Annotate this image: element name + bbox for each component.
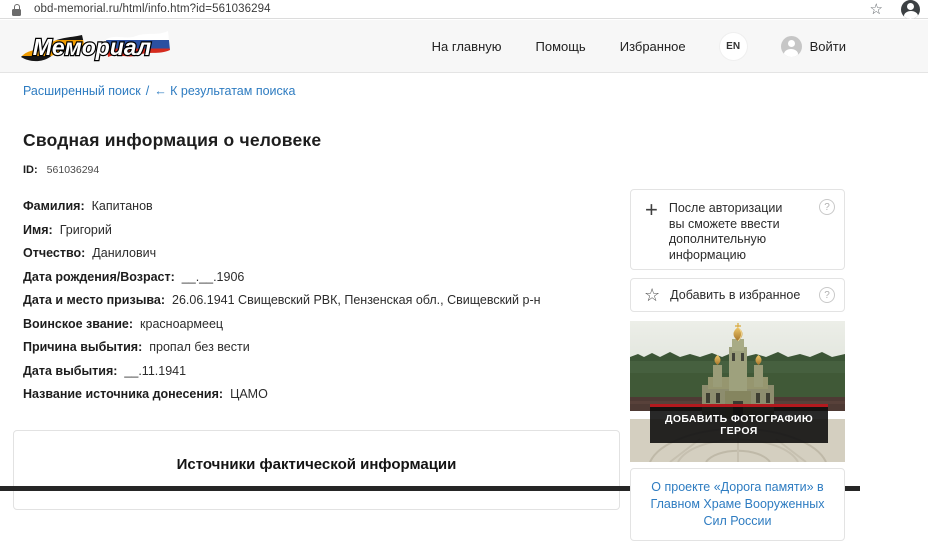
field-value: пропал без вести [149,340,250,354]
site-header: Мемориал На главную Помощь Избранное EN … [0,20,928,73]
field-row-source: Название источника донесения: ЦАМО [23,388,618,401]
help-icon[interactable]: ? [819,199,835,215]
field-row-loss-date: Дата выбытия: __.11.1941 [23,363,618,378]
add-favorite-label: Добавить в избранное [670,288,801,302]
sidebar: + После авторизации вы сможете ввести до… [630,189,845,541]
field-label: Дата рождения/Возраст: [23,269,175,284]
favorite-star-icon: ☆ [644,285,661,305]
nav-home[interactable]: На главную [432,39,502,54]
logo-text: Мемориал [33,34,152,60]
user-avatar-icon [780,35,802,57]
add-favorite-button[interactable]: ☆ Добавить в избранное ? [630,278,845,312]
field-label: Дата и место призыва: [23,293,166,307]
plus-icon: + [645,197,658,222]
bookmark-star-icon[interactable]: ☆ [870,2,883,17]
main-nav: На главную Помощь Избранное EN Войти [432,32,846,60]
road-of-memory-link[interactable]: О проекте «Дорога памяти» в Главном Храм… [651,480,825,528]
url-text[interactable]: obd-memorial.ru/html/info.htm?id=5610362… [34,3,271,15]
field-value: ЦАМО [230,387,268,401]
memorial-logo[interactable]: Мемориал [20,26,170,66]
field-row-birthdate: Дата рождения/Возраст: __.__.1906 [23,269,618,284]
field-row-draft: Дата и место призыва: 26.06.1941 Свищевск… [23,294,618,307]
field-row-loss-reason: Причина выбытия: пропал без вести [23,341,618,354]
nav-help[interactable]: Помощь [536,39,586,54]
id-label: ID: [23,164,38,176]
cathedral-photo: ДОБАВИТЬ ФОТОГРАФИЮ ГЕРОЯ [630,321,845,462]
language-button[interactable]: EN [719,32,747,60]
field-row-patronymic: Отчество: Данилович [23,247,618,260]
field-label: Воинское звание: [23,316,134,331]
person-fields: Фамилия: Капитанов Имя: Григорий Отчество:… [23,200,618,412]
field-value: Данилович [92,246,157,260]
sources-title: Источники фактической информации [176,456,457,473]
field-value: красноармеец [140,316,224,331]
field-value: Капитанов [91,199,153,213]
field-label: Отчество: [23,246,86,260]
nav-favorites[interactable]: Избранное [620,39,686,54]
breadcrumb-separator: / [145,84,150,98]
field-label: Имя: [23,222,53,237]
field-label: Фамилия: [23,199,85,213]
field-row-rank: Воинское звание: красноармеец [23,316,618,331]
auth-note-text: После авторизации вы сможете ввести допо… [668,201,783,262]
browser-address-bar[interactable]: obd-memorial.ru/html/info.htm?id=5610362… [0,0,928,19]
browser-profile-icon[interactable] [901,0,920,19]
field-label: Причина выбытия: [23,340,143,354]
breadcrumb: Расширенный поиск / ← К результатам поиска [23,84,295,98]
field-label: Название источника донесения: [23,387,224,401]
field-value: __.__.1906 [181,269,245,284]
id-value: 561036294 [46,164,100,176]
field-value: Григорий [59,222,112,237]
breadcrumb-back-to-results-link[interactable]: ← К результатам поиска [154,84,295,98]
login-button[interactable]: Войти [780,35,846,57]
ssl-lock-icon [12,3,21,16]
field-value: __.11.1941 [124,363,187,378]
project-link-panel[interactable]: О проекте «Дорога памяти» в Главном Храм… [630,468,845,541]
person-id-row: ID: 561036294 [23,164,99,176]
page-title: Сводная информация о человеке [23,130,322,150]
login-label: Войти [809,38,846,54]
field-label: Дата выбытия: [23,363,118,378]
breadcrumb-advanced-search-link[interactable]: Расширенный поиск [23,84,141,98]
add-photo-button[interactable]: ДОБАВИТЬ ФОТОГРАФИЮ ГЕРОЯ [650,404,828,443]
field-row-name: Имя: Григорий [23,222,618,237]
field-row-surname: Фамилия: Капитанов [23,200,618,213]
help-icon[interactable]: ? [819,287,835,303]
field-value: 26.06.1941 Свищевский РВК, Пензенская об… [172,293,541,307]
auth-info-panel[interactable]: + После авторизации вы сможете ввести до… [630,189,845,270]
sources-section: Источники фактической информации [13,430,620,510]
